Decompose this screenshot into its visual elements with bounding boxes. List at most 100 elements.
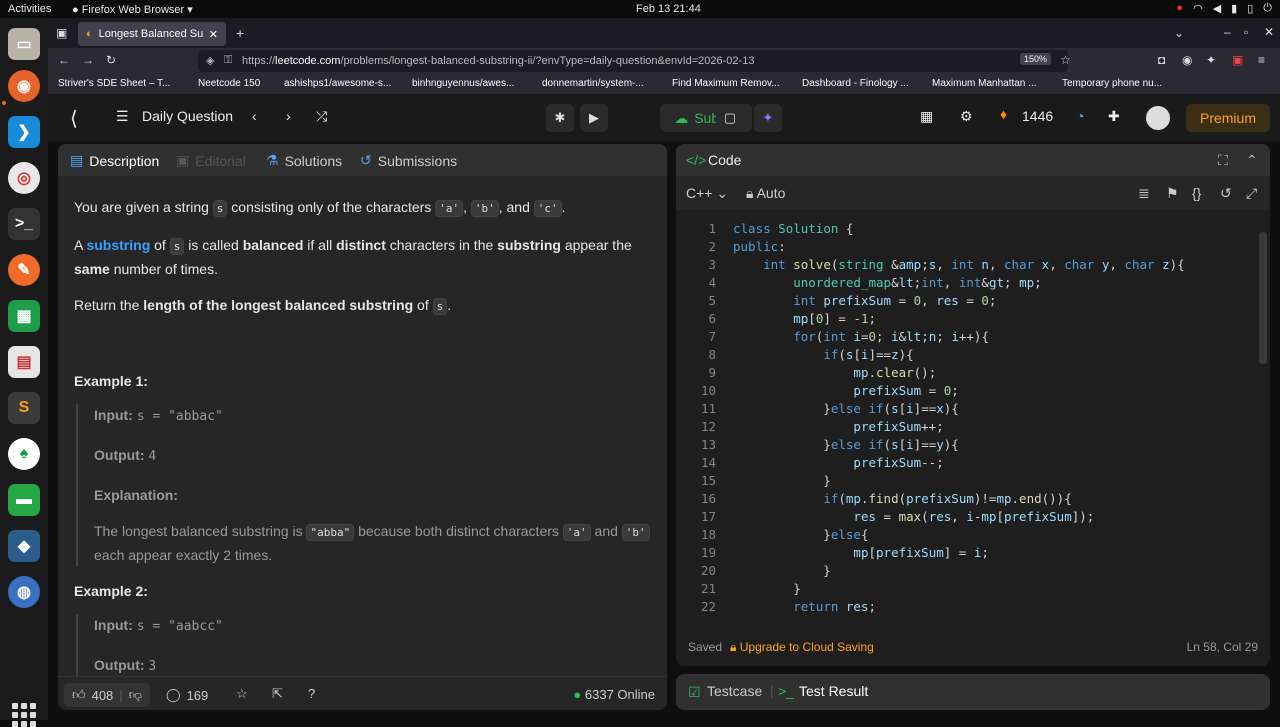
comments-button[interactable]: ◯ 169 xyxy=(158,683,216,707)
editor-scrollbar[interactable] xyxy=(1259,232,1267,364)
fullscreen-icon[interactable]: ⛶ xyxy=(1218,152,1228,169)
tab-description[interactable]: ▤ Description xyxy=(70,152,159,169)
favorite-star-icon[interactable]: ☆ xyxy=(236,686,248,702)
substring-link[interactable]: substring xyxy=(86,237,150,253)
tab-editorial[interactable]: ▣ Editorial xyxy=(176,152,246,169)
run-icon[interactable]: ▶ xyxy=(580,104,608,132)
timer-icon[interactable]: ◔ xyxy=(1076,108,1084,124)
bookmark-star-icon[interactable]: ☆ xyxy=(1060,53,1071,67)
bookmark-item[interactable]: Dashboard - Finology ... xyxy=(802,78,909,89)
format-icon[interactable]: ≣ xyxy=(1138,185,1150,202)
code-line[interactable]: 6 mp[0] = -1; xyxy=(676,310,1270,328)
bookmark-item[interactable]: Neetcode 150 xyxy=(198,78,260,89)
bookmark-item[interactable]: Find Maximum Remov... xyxy=(672,78,780,89)
code-line[interactable]: 7 for(int i=0; i&lt;n; i++){ xyxy=(676,328,1270,346)
bookmark-item[interactable]: Striver's SDE Sheet – T... xyxy=(58,78,170,89)
tab-test-result[interactable]: Test Result xyxy=(799,683,868,699)
lock-icon[interactable]: ⚿ xyxy=(224,54,232,67)
minimize-icon[interactable]: – xyxy=(1224,25,1231,39)
ai-sparkle-icon[interactable]: ✦ xyxy=(754,104,782,132)
menu-icon[interactable]: ≡ xyxy=(1258,53,1265,67)
tab-solutions[interactable]: ⚗ Solutions xyxy=(266,152,342,169)
code-line[interactable]: 21 } xyxy=(676,580,1270,598)
back-icon[interactable]: ← xyxy=(58,53,70,67)
code-line[interactable]: 20 } xyxy=(676,562,1270,580)
document-viewer-icon[interactable]: ▤ xyxy=(8,346,40,378)
bookmark-item[interactable]: binhnguyennus/awes... xyxy=(412,78,514,89)
add-friend-icon[interactable]: ✚ xyxy=(1108,108,1120,125)
tab-list-icon[interactable]: ⌄ xyxy=(1174,26,1184,40)
code-line[interactable]: 10 prefixSum = 0; xyxy=(676,382,1270,400)
code-line[interactable]: 4 unordered_map&lt;int, int&gt; mp; xyxy=(676,274,1270,292)
prev-question-icon[interactable]: ‹ xyxy=(252,108,257,124)
account-icon[interactable]: ◉ xyxy=(1182,53,1192,67)
tab-testcase[interactable]: Testcase xyxy=(707,683,762,699)
code-line[interactable]: 16 if(mp.find(prefixSum)!=mp.end()){ xyxy=(676,490,1270,508)
code-line[interactable]: 14 prefixSum--; xyxy=(676,454,1270,472)
close-window-icon[interactable]: ✕ xyxy=(1264,25,1274,39)
upgrade-cloud-link[interactable]: 🔒︎ Upgrade to Cloud Saving xyxy=(730,640,874,655)
reset-code-icon[interactable]: ↺ xyxy=(1220,185,1232,202)
spreadsheet-icon[interactable]: ▦ xyxy=(8,300,40,332)
postman-icon[interactable]: ✎ xyxy=(8,254,40,286)
app-menu[interactable]: ● Firefox Web Browser ▾ xyxy=(72,3,193,16)
zoom-level[interactable]: 150% xyxy=(1020,53,1052,65)
avatar[interactable] xyxy=(1146,106,1170,130)
daily-question-title[interactable]: Daily Question xyxy=(142,108,233,124)
thumbs-down-icon[interactable]: 👎︎ xyxy=(129,687,142,703)
globe-icon[interactable]: ◍ xyxy=(8,576,40,608)
terminal-icon[interactable]: >_ xyxy=(8,208,40,240)
firefox-icon[interactable]: ◉ xyxy=(8,70,40,102)
clock[interactable]: Feb 13 21:44 xyxy=(636,3,701,15)
sublime-text-icon[interactable]: S xyxy=(8,392,40,424)
tab-submissions[interactable]: ↺ Submissions xyxy=(360,152,457,169)
maximize-icon[interactable]: ▫ xyxy=(1244,25,1248,39)
show-apps-icon[interactable] xyxy=(12,703,36,727)
extensions-icon[interactable]: ✦ xyxy=(1206,53,1216,67)
code-line[interactable]: 2 public: xyxy=(676,238,1270,256)
tab-overview-icon[interactable]: ▣ xyxy=(56,26,67,40)
like-button[interactable]: 👍︎ 408 | 👎︎ xyxy=(64,683,150,707)
debug-icon[interactable]: ✱ xyxy=(546,104,574,132)
code-line[interactable]: 18 }else{ xyxy=(676,526,1270,544)
activities-button[interactable]: Activities xyxy=(8,3,51,15)
code-line[interactable]: 1 class Solution { xyxy=(676,220,1270,238)
code-line[interactable]: 17 res = max(res, i-mp[prefixSum]); xyxy=(676,508,1270,526)
premium-button[interactable]: Premium xyxy=(1186,104,1270,132)
forward-icon[interactable]: → xyxy=(82,53,94,67)
auto-mode[interactable]: 🔒︎ Auto xyxy=(746,185,785,202)
new-tab-button[interactable]: + xyxy=(236,25,244,41)
bookmark-item[interactable]: donnemartin/system-... xyxy=(542,78,644,89)
bookmark-item[interactable]: ashishps1/awesome-s... xyxy=(284,78,391,89)
random-question-icon[interactable]: ⤮ xyxy=(316,108,327,125)
files-icon[interactable]: ▭ xyxy=(8,28,40,60)
system-tray[interactable]: ● ◠ ◀ ▮ ▯ ⏻ xyxy=(1176,2,1272,15)
code-line[interactable]: 22 return res; xyxy=(676,598,1270,616)
leetcode-logo-icon[interactable]: ⟨ xyxy=(70,106,78,131)
url-bar[interactable]: ◈ ⚿ https://leetcode.com/problems/longes… xyxy=(198,50,1068,72)
streak-flame-icon[interactable]: ♦ xyxy=(1000,106,1007,122)
layout-icon[interactable]: ▦ xyxy=(920,108,933,125)
next-question-icon[interactable]: › xyxy=(286,108,291,124)
code-line[interactable]: 19 mp[prefixSum] = i; xyxy=(676,544,1270,562)
braces-icon[interactable]: {} xyxy=(1192,185,1201,201)
code-line[interactable]: 12 prefixSum++; xyxy=(676,418,1270,436)
code-line[interactable]: 3 int solve(string &amp;s, int n, char x… xyxy=(676,256,1270,274)
bookmark-icon[interactable]: ⚑ xyxy=(1166,185,1179,202)
chrome-icon[interactable]: ◎ xyxy=(8,162,40,194)
bookmark-item[interactable]: Maximum Manhattan ... xyxy=(932,78,1036,89)
notes-icon[interactable]: ▢ xyxy=(716,104,744,132)
code-line[interactable]: 15 } xyxy=(676,472,1270,490)
language-select[interactable]: C++ ⌄ xyxy=(686,185,728,202)
browser-tab[interactable]: ◐ Longest Balanced Substri ✕ xyxy=(78,22,226,46)
bookmark-item[interactable]: Temporary phone nu... xyxy=(1062,78,1162,89)
code-line[interactable]: 8 if(s[i]==z){ xyxy=(676,346,1270,364)
chat-icon[interactable]: ▬ xyxy=(8,484,40,516)
help-icon[interactable]: ? xyxy=(308,686,315,701)
collapse-icon[interactable]: ⌃ xyxy=(1246,152,1258,169)
expand-icon[interactable]: ⤢ xyxy=(1246,185,1257,202)
pocket-icon[interactable]: ◘ xyxy=(1158,53,1165,67)
mysql-workbench-icon[interactable]: ◆ xyxy=(8,530,40,562)
settings-gear-icon[interactable]: ⚙ xyxy=(960,108,973,125)
code-editor[interactable]: 1 class Solution {2 public: 3 int solve(str… xyxy=(676,220,1270,622)
